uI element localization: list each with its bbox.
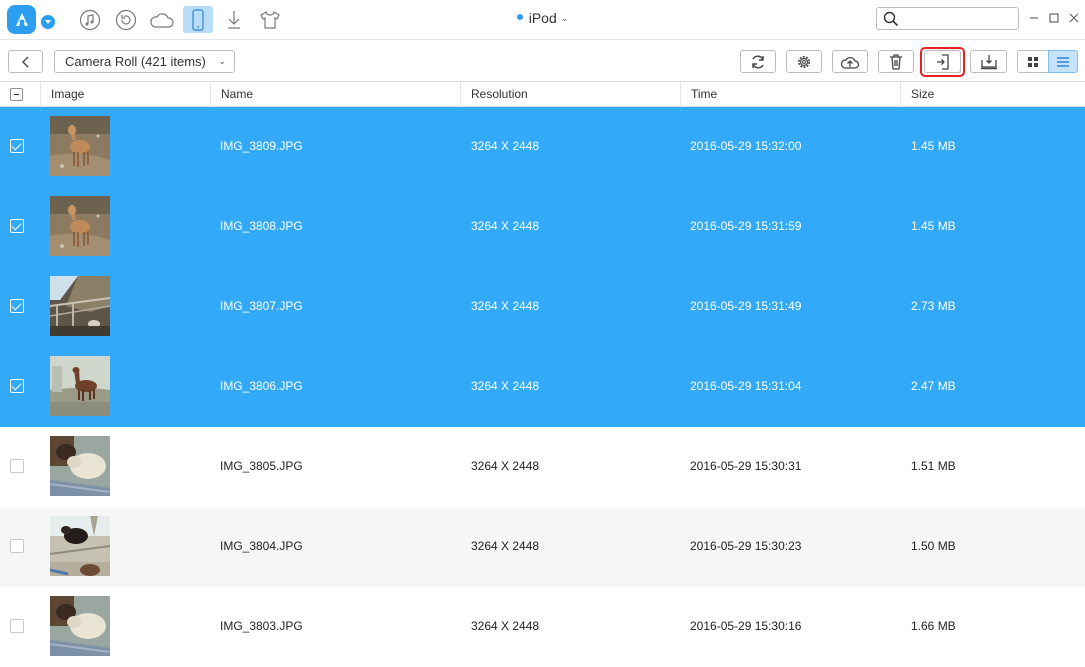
time-value: 2016-05-29 15:30:31 xyxy=(690,459,802,473)
refresh-icon xyxy=(752,55,764,68)
resolution-value: 3264 X 2448 xyxy=(471,459,540,473)
file-name: IMG_3807.JPG xyxy=(220,299,303,313)
device-name: iPod xyxy=(528,10,557,26)
size-value: 1.66 MB xyxy=(911,619,956,633)
size-value: 1.51 MB xyxy=(911,459,956,473)
photo-thumbnail[interactable] xyxy=(50,356,110,416)
select-all-cell xyxy=(0,82,40,107)
time-value: 2016-05-29 15:30:23 xyxy=(690,539,802,553)
music-icon[interactable] xyxy=(75,6,105,33)
device-selector[interactable]: iPod ⌄ xyxy=(516,10,569,26)
photo-thumbnail[interactable] xyxy=(50,436,110,496)
photo-thumbnail[interactable] xyxy=(50,596,110,656)
resolution-value: 3264 X 2448 xyxy=(471,539,540,553)
size-value: 1.45 MB xyxy=(911,219,956,233)
photo-thumbnail[interactable] xyxy=(50,516,110,576)
table-row[interactable]: IMG_3805.JPG 3264 X 2448 2016-05-29 15:30:… xyxy=(0,427,1085,507)
size-value: 1.50 MB xyxy=(911,539,956,553)
phone-icon[interactable] xyxy=(183,6,213,33)
grid-view-button[interactable] xyxy=(1017,50,1049,73)
row-checkbox[interactable] xyxy=(10,539,24,553)
upload-button[interactable] xyxy=(832,50,868,73)
album-selector[interactable]: Camera Roll (421 items) ⌄ xyxy=(54,50,235,73)
file-name: IMG_3808.JPG xyxy=(220,219,303,233)
close-icon[interactable] xyxy=(1066,10,1082,26)
export-to-pc-icon xyxy=(980,54,997,69)
row-checkbox[interactable] xyxy=(10,299,24,313)
delete-icon xyxy=(890,53,902,70)
search-input[interactable] xyxy=(876,7,1019,30)
time-value: 2016-05-29 15:32:00 xyxy=(690,139,802,153)
table-row[interactable]: IMG_3804.JPG 3264 X 2448 2016-05-29 15:30:… xyxy=(0,507,1085,587)
delete-button[interactable] xyxy=(878,50,914,73)
time-value: 2016-05-29 15:31:04 xyxy=(690,379,802,393)
chevron-down-icon: ⌄ xyxy=(218,56,226,66)
column-header-resolution[interactable]: Resolution xyxy=(460,82,680,107)
search-icon xyxy=(883,11,899,27)
column-header-size[interactable]: Size xyxy=(900,82,1085,107)
title-bar: iPod ⌄ xyxy=(0,0,1085,40)
device-status-dot xyxy=(516,14,523,21)
app-logo-icon[interactable] xyxy=(7,5,36,34)
highlight-box xyxy=(920,47,965,77)
resolution-value: 3264 X 2448 xyxy=(471,219,540,233)
tshirt-icon[interactable] xyxy=(255,6,285,33)
photo-thumbnail[interactable] xyxy=(50,116,110,176)
refresh-button[interactable] xyxy=(740,50,776,73)
time-value: 2016-05-29 15:31:59 xyxy=(690,219,802,233)
cloud-icon[interactable] xyxy=(147,6,177,33)
row-checkbox[interactable] xyxy=(10,139,24,153)
table-row[interactable]: IMG_3807.JPG 3264 X 2448 2016-05-29 15:31:… xyxy=(0,267,1085,347)
settings-icon xyxy=(798,55,810,68)
maximize-icon[interactable] xyxy=(1046,10,1062,26)
restore-icon[interactable] xyxy=(111,6,141,33)
column-header-image[interactable]: Image xyxy=(40,82,210,107)
size-value: 2.73 MB xyxy=(911,299,956,313)
column-header-name[interactable]: Name xyxy=(210,82,460,107)
list-view-icon xyxy=(1057,56,1069,67)
photo-thumbnail[interactable] xyxy=(50,276,110,336)
table-row[interactable]: IMG_3808.JPG 3264 X 2448 2016-05-29 15:31:… xyxy=(0,187,1085,267)
table-row[interactable]: IMG_3806.JPG 3264 X 2448 2016-05-29 15:31:… xyxy=(0,347,1085,427)
export-to-pc-button[interactable] xyxy=(970,50,1007,73)
time-value: 2016-05-29 15:31:49 xyxy=(690,299,802,313)
size-value: 1.45 MB xyxy=(911,139,956,153)
album-label: Camera Roll (421 items) xyxy=(65,54,206,69)
photo-thumbnail[interactable] xyxy=(50,196,110,256)
resolution-value: 3264 X 2448 xyxy=(471,139,540,153)
file-name: IMG_3809.JPG xyxy=(220,139,303,153)
resolution-value: 3264 X 2448 xyxy=(471,379,540,393)
list-view-button[interactable] xyxy=(1048,50,1078,73)
file-name: IMG_3803.JPG xyxy=(220,619,303,633)
table-row[interactable]: IMG_3803.JPG 3264 X 2448 2016-05-29 15:30:… xyxy=(0,587,1085,667)
table-header: Image Name Resolution Time Size xyxy=(0,82,1085,107)
row-checkbox[interactable] xyxy=(10,219,24,233)
back-button[interactable] xyxy=(8,50,43,73)
app-menu-dropdown-icon[interactable] xyxy=(41,15,55,29)
upload-icon xyxy=(840,56,860,69)
file-name: IMG_3806.JPG xyxy=(220,379,303,393)
settings-button[interactable] xyxy=(786,50,822,73)
row-checkbox[interactable] xyxy=(10,459,24,473)
download-icon[interactable] xyxy=(219,6,249,33)
grid-view-icon xyxy=(1028,56,1038,67)
size-value: 2.47 MB xyxy=(911,379,956,393)
chevron-down-icon: ⌄ xyxy=(560,13,569,23)
select-all-checkbox[interactable] xyxy=(10,88,23,101)
file-name: IMG_3804.JPG xyxy=(220,539,303,553)
column-header-time[interactable]: Time xyxy=(680,82,900,107)
chevron-left-icon xyxy=(21,56,28,67)
resolution-value: 3264 X 2448 xyxy=(471,299,540,313)
row-checkbox[interactable] xyxy=(10,379,24,393)
file-name: IMG_3805.JPG xyxy=(220,459,303,473)
time-value: 2016-05-29 15:30:16 xyxy=(690,619,802,633)
resolution-value: 3264 X 2448 xyxy=(471,619,540,633)
row-checkbox[interactable] xyxy=(10,619,24,633)
minimize-icon[interactable] xyxy=(1026,10,1042,26)
table-row[interactable]: IMG_3809.JPG 3264 X 2448 2016-05-29 15:32:… xyxy=(0,107,1085,187)
